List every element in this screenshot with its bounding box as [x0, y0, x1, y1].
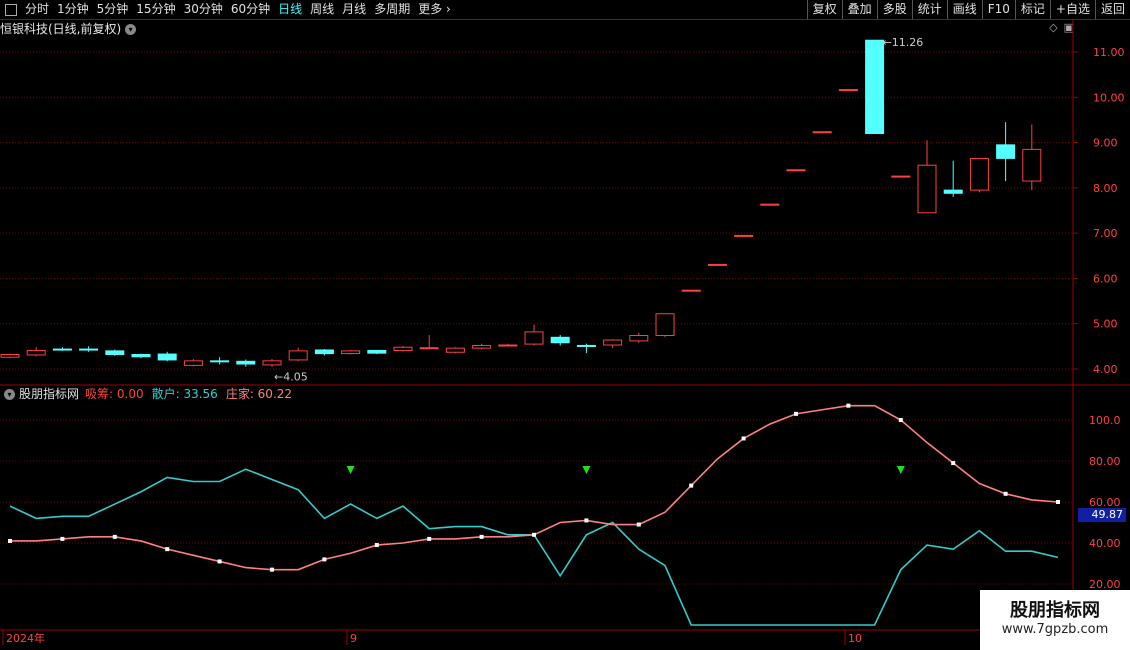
- candle-body: [131, 354, 151, 358]
- indicator-tick-label: 40.00: [1089, 537, 1121, 550]
- zhuangjia-marker: [217, 559, 222, 564]
- candle-body: [524, 331, 544, 345]
- price-tick-label: 5.00: [1093, 318, 1118, 331]
- candle-body: [629, 334, 649, 342]
- price-tick-label: 11.00: [1093, 46, 1125, 59]
- signal-triangle: [582, 466, 591, 474]
- candle-body: [367, 349, 387, 354]
- price-tick-label: 10.00: [1093, 91, 1125, 104]
- price-tick-label: 6.00: [1093, 272, 1118, 285]
- candle-body: [550, 336, 570, 344]
- zhuangjia-marker: [846, 403, 851, 408]
- zhuangjia-marker: [322, 557, 327, 562]
- candle-body: [734, 234, 754, 237]
- zhuangjia-marker: [689, 483, 694, 488]
- candle-body: [393, 346, 413, 351]
- zhuangjia-marker: [898, 418, 903, 422]
- low-annotation: ←4.05: [274, 371, 308, 384]
- signal-triangle: [346, 466, 355, 474]
- candle-body: [157, 353, 177, 361]
- high-annotation: ←11.26: [883, 36, 924, 49]
- candle-body: [498, 344, 518, 347]
- price-tick-label: 8.00: [1093, 182, 1118, 195]
- candle-body: [655, 313, 675, 336]
- zhuangjia-line: [10, 404, 1059, 571]
- zhuangjia-marker: [270, 567, 274, 572]
- zhuangjia-marker: [951, 461, 956, 466]
- candle-body: [314, 349, 334, 355]
- candle-body: [419, 347, 439, 350]
- zhuangjia-marker: [741, 436, 746, 441]
- zhuangjia-marker: [636, 522, 641, 527]
- watermark-url: www.7gpzb.com: [1001, 622, 1109, 637]
- price-tick-label: 9.00: [1093, 137, 1118, 150]
- candle-body: [262, 360, 282, 366]
- date-label: 2024年: [6, 631, 45, 645]
- zhuangjia-marker: [479, 534, 484, 539]
- candle-body: [943, 189, 963, 194]
- zhuangjia-marker: [165, 547, 170, 552]
- candle-body: [445, 347, 465, 353]
- candle-body: [891, 175, 911, 178]
- candle-body: [105, 350, 125, 356]
- zhuangjia-marker: [374, 543, 379, 548]
- candle-body: [865, 39, 885, 135]
- candle-body: [681, 289, 701, 292]
- price-tick-label: 7.00: [1093, 227, 1118, 240]
- candle-body: [838, 89, 858, 92]
- candle-body: [210, 360, 230, 363]
- zhuangjia-marker: [794, 411, 798, 416]
- zhuangjia-marker: [60, 536, 65, 541]
- date-label: 10: [848, 632, 862, 645]
- candle-body: [603, 339, 623, 346]
- candle-body: [183, 360, 203, 366]
- candle-body: [760, 203, 780, 206]
- candle-body: [996, 144, 1016, 159]
- zhuangjia-marker: [427, 536, 432, 541]
- candle-body: [79, 348, 99, 351]
- candle-body: [26, 349, 46, 356]
- candle-body: [1022, 148, 1042, 182]
- candle-body: [707, 263, 727, 266]
- zhuangjia-marker: [1003, 491, 1008, 496]
- sanhu-line: [9, 468, 1059, 626]
- date-label: 9: [350, 632, 357, 645]
- candle-body: [236, 360, 256, 365]
- candle-body: [0, 354, 20, 358]
- signal-triangle: [896, 466, 905, 474]
- candle-body: [917, 164, 937, 214]
- candle-body: [288, 350, 308, 361]
- candle-body: [576, 344, 596, 347]
- price-tick-label: 4.00: [1093, 363, 1118, 376]
- zhuangjia-marker: [532, 532, 536, 537]
- zhuangjia-marker: [112, 534, 117, 539]
- watermark: 股朋指标网 www.7gpzb.com: [980, 590, 1130, 650]
- watermark-title: 股朋指标网: [1010, 600, 1100, 621]
- kline-chart[interactable]: 4.00 5.00 6.00 7.00 8.00 9.00 10.00 11.00 ←11.26…: [0, 0, 1130, 650]
- candle-body: [341, 350, 361, 355]
- candle-body: [786, 169, 806, 172]
- zhuangjia-marker: [1056, 500, 1060, 504]
- zhuangjia-marker: [8, 538, 12, 543]
- candle-body: [52, 348, 72, 351]
- cursor-value-badge: 49.87: [1078, 508, 1126, 522]
- zhuangjia-marker: [584, 518, 589, 523]
- indicator-tick-label: 100.0: [1089, 414, 1121, 427]
- candle-body: [969, 157, 989, 191]
- indicator-tick-label: 80.00: [1089, 455, 1121, 468]
- candle-body: [812, 131, 832, 134]
- candle-body: [472, 344, 492, 349]
